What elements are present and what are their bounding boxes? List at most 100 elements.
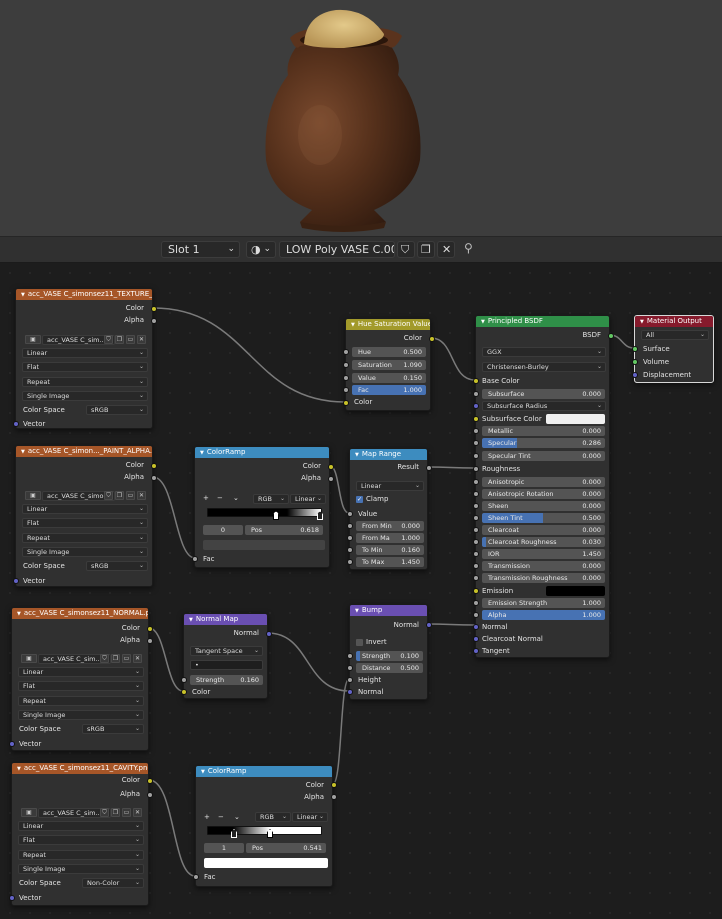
strength-field[interactable]: Strength 0.160 — [190, 675, 263, 685]
input-anisotropic-rotation-socket[interactable] — [473, 491, 479, 497]
output-normal-socket[interactable] — [426, 622, 432, 628]
from-min-field[interactable]: From Min 0.000 — [356, 521, 424, 531]
image-browse-icon[interactable]: ▣ — [21, 808, 37, 817]
color-ramp-gradient[interactable] — [207, 508, 322, 517]
input-ior-socket[interactable] — [473, 551, 479, 557]
folder-icon[interactable]: ▭ — [126, 335, 135, 344]
material-browse-button[interactable]: ◑ ⌄ — [246, 241, 276, 258]
color-ramp-gradient[interactable] — [207, 826, 322, 835]
output-alpha-socket[interactable] — [147, 792, 153, 798]
input-specular-socket[interactable] — [473, 440, 479, 446]
interpolation-dropdown[interactable]: Linear ⌄ — [292, 812, 328, 822]
input-from-max-socket[interactable] — [347, 535, 353, 541]
input-clearcoat-roughness-socket[interactable] — [473, 539, 479, 545]
input-subsurface-color-socket[interactable] — [473, 416, 479, 422]
folder-icon[interactable]: ▭ — [122, 654, 131, 663]
image-browse-icon[interactable]: ▣ — [25, 491, 41, 500]
output-color-socket[interactable] — [151, 463, 157, 469]
subsurface-method-dropdown[interactable]: Christensen-Burley ⌄ — [482, 362, 606, 372]
extension-dropdown[interactable]: Repeat ⌄ — [18, 850, 144, 860]
target-dropdown[interactable]: All ⌄ — [641, 330, 709, 340]
input-alpha-socket[interactable] — [473, 612, 479, 618]
slot-dropdown[interactable]: Slot 1 ⌄ — [161, 241, 240, 258]
transmission-roughness-field[interactable]: Transmission Roughness 0.000 — [482, 573, 605, 583]
bump-node[interactable]: ▼ Bump Normal Invert Strength 0.100 Distan… — [347, 604, 432, 700]
input-metallic-socket[interactable] — [473, 428, 479, 434]
close-icon[interactable]: ✕ — [137, 335, 146, 344]
invert-checkbox[interactable] — [356, 639, 363, 646]
node-header[interactable]: ▼acc_VASE C_simonsez11_TEXTURE_PA... — [16, 289, 152, 300]
clamp-checkbox[interactable]: ✓ — [356, 496, 363, 503]
input-subsurface-radius-socket[interactable] — [473, 403, 479, 409]
interpolation-dropdown[interactable]: Linear ⌄ — [18, 821, 144, 831]
transmission-field[interactable]: Transmission 0.000 — [482, 561, 605, 571]
space-dropdown[interactable]: Tangent Space ⌄ — [190, 646, 263, 656]
node-header[interactable]: ▼ ColorRamp — [196, 766, 332, 777]
color-ramp-node-2[interactable]: ▼ ColorRamp Color Alpha + − ⌄ RGB ⌄ Linear… — [193, 765, 337, 887]
input-value-socket[interactable] — [347, 511, 353, 517]
interpolation-dropdown[interactable]: Linear ⌄ — [22, 504, 148, 514]
output-alpha-socket[interactable] — [151, 318, 157, 324]
material-output-node[interactable]: ▼ Material Output All ⌄ Surface Volume Dis… — [632, 315, 714, 383]
node-header[interactable]: ▼ Hue Saturation Value — [346, 319, 430, 330]
input-color-socket[interactable] — [181, 689, 187, 695]
folder-icon[interactable]: ▭ — [122, 808, 131, 817]
collapse-icon[interactable]: ▼ — [21, 449, 25, 455]
clearcoat-field[interactable]: Clearcoat 0.000 — [482, 525, 605, 535]
output-color-socket[interactable] — [151, 306, 157, 312]
output-normal-socket[interactable] — [266, 631, 272, 637]
clearcoat-roughness-field[interactable]: Clearcoat Roughness 0.030 — [482, 537, 605, 547]
input-sheen-socket[interactable] — [473, 503, 479, 509]
collapse-icon[interactable]: ▼ — [201, 769, 205, 775]
interpolation-dropdown[interactable]: Linear ⌄ — [18, 667, 144, 677]
stop-color-swatch[interactable] — [204, 858, 328, 868]
shield-icon[interactable]: ⛉ — [100, 654, 109, 663]
from-max-field[interactable]: From Ma 1.000 — [356, 533, 424, 543]
input-strength-socket[interactable] — [347, 653, 353, 659]
input-clearcoat-socket[interactable] — [473, 527, 479, 533]
shield-icon[interactable]: ⛉ — [100, 808, 109, 817]
collapse-icon[interactable]: ▼ — [640, 319, 644, 325]
color-mode-dropdown[interactable]: RGB ⌄ — [253, 494, 289, 504]
output-color-socket[interactable] — [429, 336, 435, 342]
input-vector-socket[interactable] — [9, 895, 15, 901]
collapse-icon[interactable]: ▼ — [21, 292, 25, 298]
to-min-field[interactable]: To Min 0.160 — [356, 545, 424, 555]
input-sheen-tint-socket[interactable] — [473, 515, 479, 521]
source-dropdown[interactable]: Single Image ⌄ — [18, 710, 144, 720]
output-alpha-socket[interactable] — [331, 794, 337, 800]
input-transmission-socket[interactable] — [473, 563, 479, 569]
input-saturation-socket[interactable] — [343, 362, 349, 368]
interpolation-type-dropdown[interactable]: Linear ⌄ — [356, 481, 424, 491]
close-icon[interactable]: ✕ — [137, 491, 146, 500]
collapse-icon[interactable]: ▼ — [355, 608, 359, 614]
input-vector-socket[interactable] — [13, 578, 19, 584]
pin-button[interactable]: ⚲ — [464, 241, 482, 258]
strength-field[interactable]: Strength 0.100 — [356, 651, 423, 661]
sheen-tint-field[interactable]: Sheen Tint 0.500 — [482, 513, 605, 523]
collapse-icon[interactable]: ▼ — [355, 452, 359, 458]
unlink-material-button[interactable]: ✕ — [437, 241, 455, 258]
saturation-field[interactable]: Saturation 1.090 — [352, 360, 426, 370]
color-space-dropdown[interactable]: sRGB ⌄ — [86, 405, 148, 415]
anisotropic-rotation-field[interactable]: Anisotropic Rotation 0.000 — [482, 489, 605, 499]
projection-dropdown[interactable]: Flat ⌄ — [22, 518, 148, 528]
output-alpha-socket[interactable] — [151, 475, 157, 481]
input-subsurface-socket[interactable] — [473, 391, 479, 397]
output-alpha-socket[interactable] — [328, 476, 334, 482]
ior-field[interactable]: IOR 1.450 — [482, 549, 605, 559]
shield-icon[interactable]: ⛉ — [104, 491, 113, 500]
output-result-socket[interactable] — [426, 465, 432, 471]
source-dropdown[interactable]: Single Image ⌄ — [22, 391, 148, 401]
input-fac-socket[interactable] — [192, 556, 198, 562]
stop-index-field[interactable]: 1 — [204, 843, 244, 853]
node-header[interactable]: ▼ acc_VASE C_simonsez11_NORMAL.png — [12, 608, 148, 619]
principled-bsdf-node[interactable]: ▼ Principled BSDF BSDF GGX ⌄ Christensen-B… — [473, 315, 614, 658]
input-vector-socket[interactable] — [13, 421, 19, 427]
specular-tint-field[interactable]: Specular Tint 0.000 — [482, 451, 605, 461]
stop-index-field[interactable]: 0 — [203, 525, 243, 535]
color-space-dropdown[interactable]: sRGB ⌄ — [82, 724, 144, 734]
stop-position-field[interactable]: Pos 0.541 — [246, 843, 326, 853]
folder-icon[interactable]: ▭ — [126, 491, 135, 500]
interpolation-dropdown[interactable]: Linear ⌄ — [22, 348, 148, 358]
